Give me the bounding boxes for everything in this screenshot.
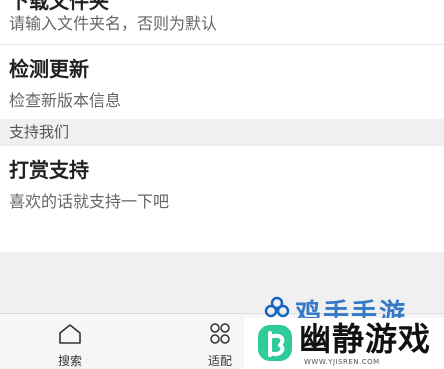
tab-search[interactable]: 搜索 [40,322,100,369]
tab-label: 搜索 [57,354,82,368]
setting-title: 打赏支持 [9,158,89,182]
setting-subtitle: 检查新版本信息 [9,91,122,110]
setting-check-update[interactable]: 检测更新 检查新版本信息 [0,45,444,119]
settings-list: 下载文件夹 请输入文件夹名，否则为默认 检测更新 检查新版本信息 支持我们 打赏… [0,0,444,252]
setting-title: 检测更新 [9,57,89,81]
setting-download-folder[interactable]: 下载文件夹 请输入文件夹名，否则为默认 [0,0,444,45]
tab-adapt[interactable]: 适配 [190,322,250,369]
watermark-title: 幽静游戏 [299,320,432,358]
setting-title: 下载文件夹 [9,0,109,13]
brand-logo-icon [256,323,296,369]
watermark-logo: 幽静游戏 WWW.YJISREN.COM [244,318,444,369]
watermark-url: WWW.YJISREN.COM [304,358,380,366]
home-icon [40,322,100,350]
grid-icon [190,322,250,350]
tab-label: 适配 [207,354,232,368]
setting-donate[interactable]: 打赏支持 喜欢的话就支持一下吧 [0,146,444,252]
setting-subtitle: 喜欢的话就支持一下吧 [9,192,170,211]
setting-subtitle: 请输入文件夹名，否则为默认 [9,14,218,33]
section-header-support: 支持我们 [0,119,444,146]
